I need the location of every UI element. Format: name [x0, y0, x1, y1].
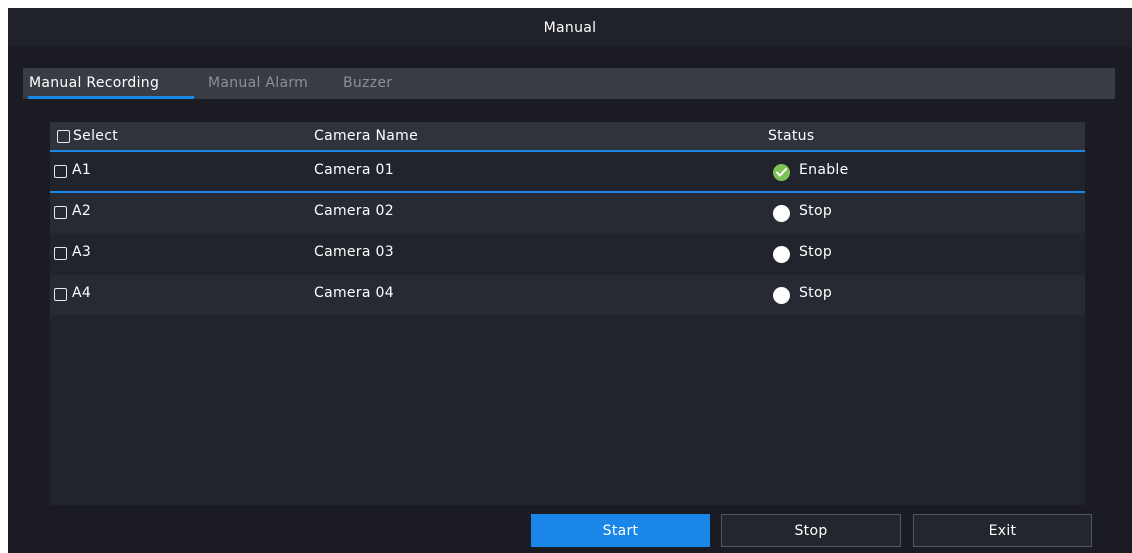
- dot-icon: [773, 205, 790, 222]
- active-tab-indicator: [28, 96, 194, 99]
- stop-button[interactable]: Stop: [721, 514, 901, 547]
- row-id: A1: [72, 162, 92, 178]
- start-button[interactable]: Start: [531, 514, 710, 547]
- row-status: Stop: [799, 244, 833, 260]
- table-row-a4[interactable]: A4 Camera 04 Stop: [50, 275, 1085, 315]
- row-status: Stop: [799, 285, 833, 301]
- camera-table: Select Camera Name Status A1 Camera 01 E…: [50, 122, 1085, 505]
- window-title: Manual: [543, 19, 597, 36]
- row-camera-name: Camera 01: [314, 162, 394, 178]
- tab-buzzer[interactable]: Buzzer: [343, 68, 392, 99]
- row-checkbox-a2[interactable]: [54, 206, 67, 219]
- row-checkbox-a4[interactable]: [54, 288, 67, 301]
- row-id: A3: [72, 244, 92, 260]
- check-circle-icon: [773, 164, 790, 181]
- row-camera-name: Camera 04: [314, 285, 394, 301]
- row-camera-name: Camera 03: [314, 244, 394, 260]
- title-bar: Manual: [8, 8, 1132, 47]
- table-header: Select Camera Name Status: [50, 122, 1085, 152]
- tab-manual-recording[interactable]: Manual Recording: [29, 68, 159, 99]
- top-strip: [0, 0, 1132, 8]
- row-status: Enable: [799, 162, 849, 178]
- column-header-status: Status: [768, 128, 815, 144]
- row-checkbox-a1[interactable]: [54, 165, 67, 178]
- column-header-camera-name: Camera Name: [314, 128, 418, 144]
- row-camera-name: Camera 02: [314, 203, 394, 219]
- manual-window: Manual Manual Recording Manual Alarm Buz…: [8, 8, 1132, 553]
- tab-bar: Manual Recording Manual Alarm Buzzer: [23, 68, 1115, 99]
- column-header-select: Select: [73, 128, 118, 144]
- select-all-checkbox[interactable]: [57, 130, 70, 143]
- row-id: A2: [72, 203, 92, 219]
- table-row-a2[interactable]: A2 Camera 02 Stop: [50, 193, 1085, 233]
- table-row-a3[interactable]: A3 Camera 03 Stop: [50, 234, 1085, 274]
- row-checkbox-a3[interactable]: [54, 247, 67, 260]
- row-status: Stop: [799, 203, 833, 219]
- dot-icon: [773, 287, 790, 304]
- tab-manual-alarm[interactable]: Manual Alarm: [208, 68, 308, 99]
- row-id: A4: [72, 285, 92, 301]
- table-row-a1[interactable]: A1 Camera 01 Enable: [50, 152, 1085, 193]
- exit-button[interactable]: Exit: [913, 514, 1092, 547]
- dot-icon: [773, 246, 790, 263]
